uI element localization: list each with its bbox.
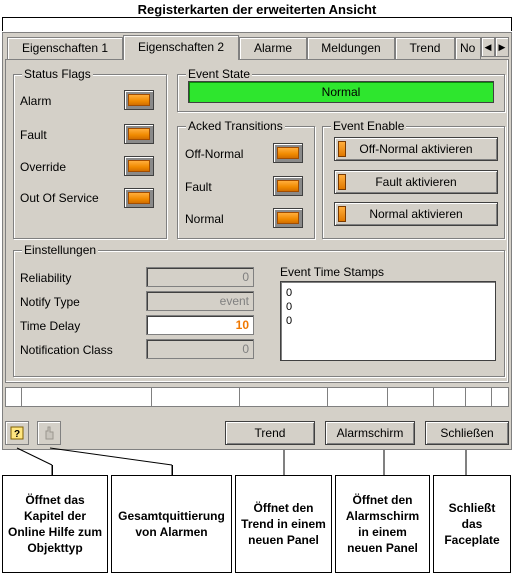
acked-fault-led (273, 176, 303, 196)
status-flag-label-override: Override (20, 160, 67, 174)
fault-enable-led (338, 174, 346, 190)
time-delay-label: Time Delay (20, 319, 81, 333)
acked-normal-led (273, 208, 303, 228)
callout-connector-lines (16, 447, 467, 475)
tab-trend[interactable]: Trend (395, 37, 455, 59)
faceplate-window: Eigenschaften 1 Eigenschaften 2 Alarme M… (2, 32, 512, 450)
time-delay-input[interactable]: 10 (146, 315, 254, 335)
status-flags-title: Status Flags (22, 67, 93, 81)
normal-enable-button[interactable]: Normal aktivieren (334, 202, 498, 226)
notification-class-label: Notification Class (20, 343, 113, 357)
status-cell (434, 388, 466, 406)
status-cell (152, 388, 240, 406)
acked-label-normal: Normal (185, 212, 224, 226)
time-stamp-entry: 0 (286, 315, 293, 327)
event-enable-group: Event Enable Off-Normal aktivieren Fault… (322, 119, 505, 239)
acked-transitions-group: Acked Transitions Off-Normal Fault Norma… (177, 119, 315, 239)
acked-label-fault: Fault (185, 180, 212, 194)
notify-type-label: Notify Type (20, 295, 80, 309)
event-state-value: Normal (188, 81, 494, 103)
help-icon: ? (10, 426, 24, 440)
top-callout-title: Registerkarten der erweiterten Ansicht (137, 2, 377, 17)
status-flag-label-alarm: Alarm (20, 94, 52, 108)
alarm-led-indicator (124, 90, 154, 110)
tab-panel: Status Flags Alarm Fault Override Out Of… (5, 59, 509, 383)
normal-enable-led (338, 206, 346, 222)
callout-help: Öffnet das Kapitel der Online Hilfe zum … (2, 475, 108, 573)
acked-label-off-normal: Off-Normal (185, 147, 244, 161)
fault-led-indicator (124, 124, 154, 144)
status-cell (240, 388, 328, 406)
callout-alarm-screen: Öffnet den Alarmschirm in einem neuen Pa… (335, 475, 430, 573)
status-flags-group: Status Flags Alarm Fault Override Out Of… (13, 67, 167, 239)
off-normal-enable-led (338, 141, 346, 157)
event-state-group: Event State Normal (177, 67, 505, 112)
notify-type-field: event (146, 291, 254, 311)
top-callout-bracket (2, 17, 512, 31)
tab-eigenschaften-1[interactable]: Eigenschaften 1 (7, 37, 123, 59)
settings-title: Einstellungen (22, 243, 99, 257)
status-cell (466, 388, 492, 406)
out-of-service-led-indicator (124, 188, 154, 208)
acknowledge-icon (45, 426, 54, 440)
event-time-stamps-list: 0 0 0 (280, 281, 496, 361)
time-stamp-entry: 0 (286, 287, 293, 299)
event-state-title: Event State (186, 67, 253, 81)
override-led-indicator (124, 156, 154, 176)
tab-more[interactable]: No (455, 37, 481, 59)
status-cell (6, 388, 22, 406)
fault-enable-button[interactable]: Fault aktivieren (334, 170, 498, 194)
notification-class-field: 0 (146, 339, 254, 359)
time-stamp-entry: 0 (286, 301, 293, 313)
reliability-label: Reliability (20, 271, 72, 285)
acked-off-normal-led (273, 143, 303, 163)
status-bar (5, 387, 509, 407)
arrow-right-icon[interactable]: ▶ (495, 37, 509, 57)
event-enable-title: Event Enable (331, 119, 407, 133)
arrow-left-icon[interactable]: ◀ (481, 37, 495, 57)
callout-close: Schließt das Faceplate (433, 475, 511, 573)
status-flag-label-fault: Fault (20, 128, 47, 142)
reliability-field: 0 (146, 267, 254, 287)
callout-acknowledge: Gesamtquittierung von Alarmen (111, 475, 232, 573)
status-cell (328, 388, 388, 406)
acked-transitions-title: Acked Transitions (186, 119, 285, 133)
status-cell (22, 388, 152, 406)
tab-alarme[interactable]: Alarme (239, 37, 307, 59)
tab-eigenschaften-2[interactable]: Eigenschaften 2 (123, 35, 239, 60)
callout-trend: Öffnet den Trend in einem neuen Panel (235, 475, 332, 573)
settings-group: Einstellungen Reliability 0 Notify Type … (13, 243, 505, 377)
svg-text:?: ? (14, 429, 20, 440)
status-flag-label-out-of-service: Out Of Service (20, 191, 99, 205)
off-normal-enable-button[interactable]: Off-Normal aktivieren (334, 137, 498, 161)
event-time-stamps-title: Event Time Stamps (280, 265, 385, 279)
tab-meldungen[interactable]: Meldungen (307, 37, 395, 59)
status-cell (388, 388, 434, 406)
